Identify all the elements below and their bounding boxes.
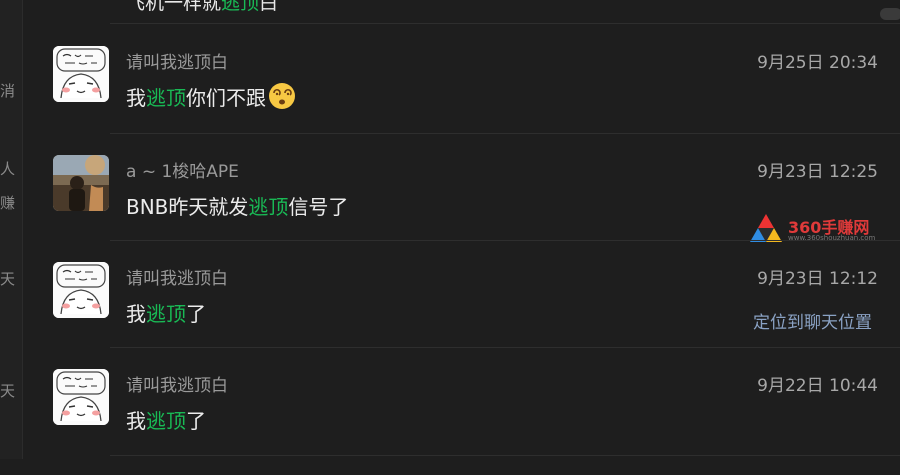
sender-name[interactable]: 请叫我逃顶白 (126, 48, 228, 73)
divider (110, 347, 900, 348)
message-text: 我逃顶了 (126, 302, 206, 326)
photo-avatar[interactable] (53, 155, 109, 211)
message-timestamp: 9月25日 20:34 (757, 53, 878, 73)
locate-in-chat-link[interactable]: 定位到聊天位置 (753, 308, 872, 333)
message-text: 我逃顶你们不跟 (126, 82, 296, 115)
scroll-indicator[interactable] (880, 8, 900, 20)
cartoon-avatar[interactable] (53, 369, 109, 425)
message-timestamp: 9月22日 10:44 (757, 376, 878, 396)
sender-name[interactable]: a ~ 1梭哈APE (126, 157, 239, 182)
divider (110, 133, 900, 134)
search-result-message[interactable]: 请叫我逃顶白 9月25日 20:34 我逃顶你们不跟 (0, 46, 900, 152)
previous-message-text: 飞机一样就逃顶白 (126, 0, 278, 15)
search-result-message[interactable]: 请叫我逃顶白 9月22日 10:44 我逃顶了 (0, 369, 900, 475)
divider (110, 455, 900, 456)
keyword-highlight: 逃顶 (221, 0, 260, 14)
message-text: BNB昨天就发逃顶信号了 (126, 195, 349, 219)
divider (110, 240, 900, 241)
sender-name[interactable]: 请叫我逃顶白 (126, 371, 228, 396)
keyword-highlight: 逃顶 (146, 86, 186, 110)
divider (110, 23, 900, 24)
dizzy-face-emoji-icon (268, 82, 296, 115)
keyword-highlight: 逃顶 (146, 302, 186, 326)
message-text: 我逃顶了 (126, 409, 206, 433)
message-timestamp: 9月23日 12:12 (757, 269, 878, 289)
sender-name[interactable]: 请叫我逃顶白 (126, 264, 228, 289)
message-timestamp: 9月23日 12:25 (757, 162, 878, 182)
keyword-highlight: 逃顶 (146, 409, 186, 433)
cartoon-avatar[interactable] (53, 46, 109, 102)
keyword-highlight: 逃顶 (248, 195, 289, 219)
cartoon-avatar[interactable] (53, 262, 109, 318)
search-result-message[interactable]: 请叫我逃顶白 9月23日 12:12 我逃顶了 定位到聊天位置 (0, 262, 900, 368)
